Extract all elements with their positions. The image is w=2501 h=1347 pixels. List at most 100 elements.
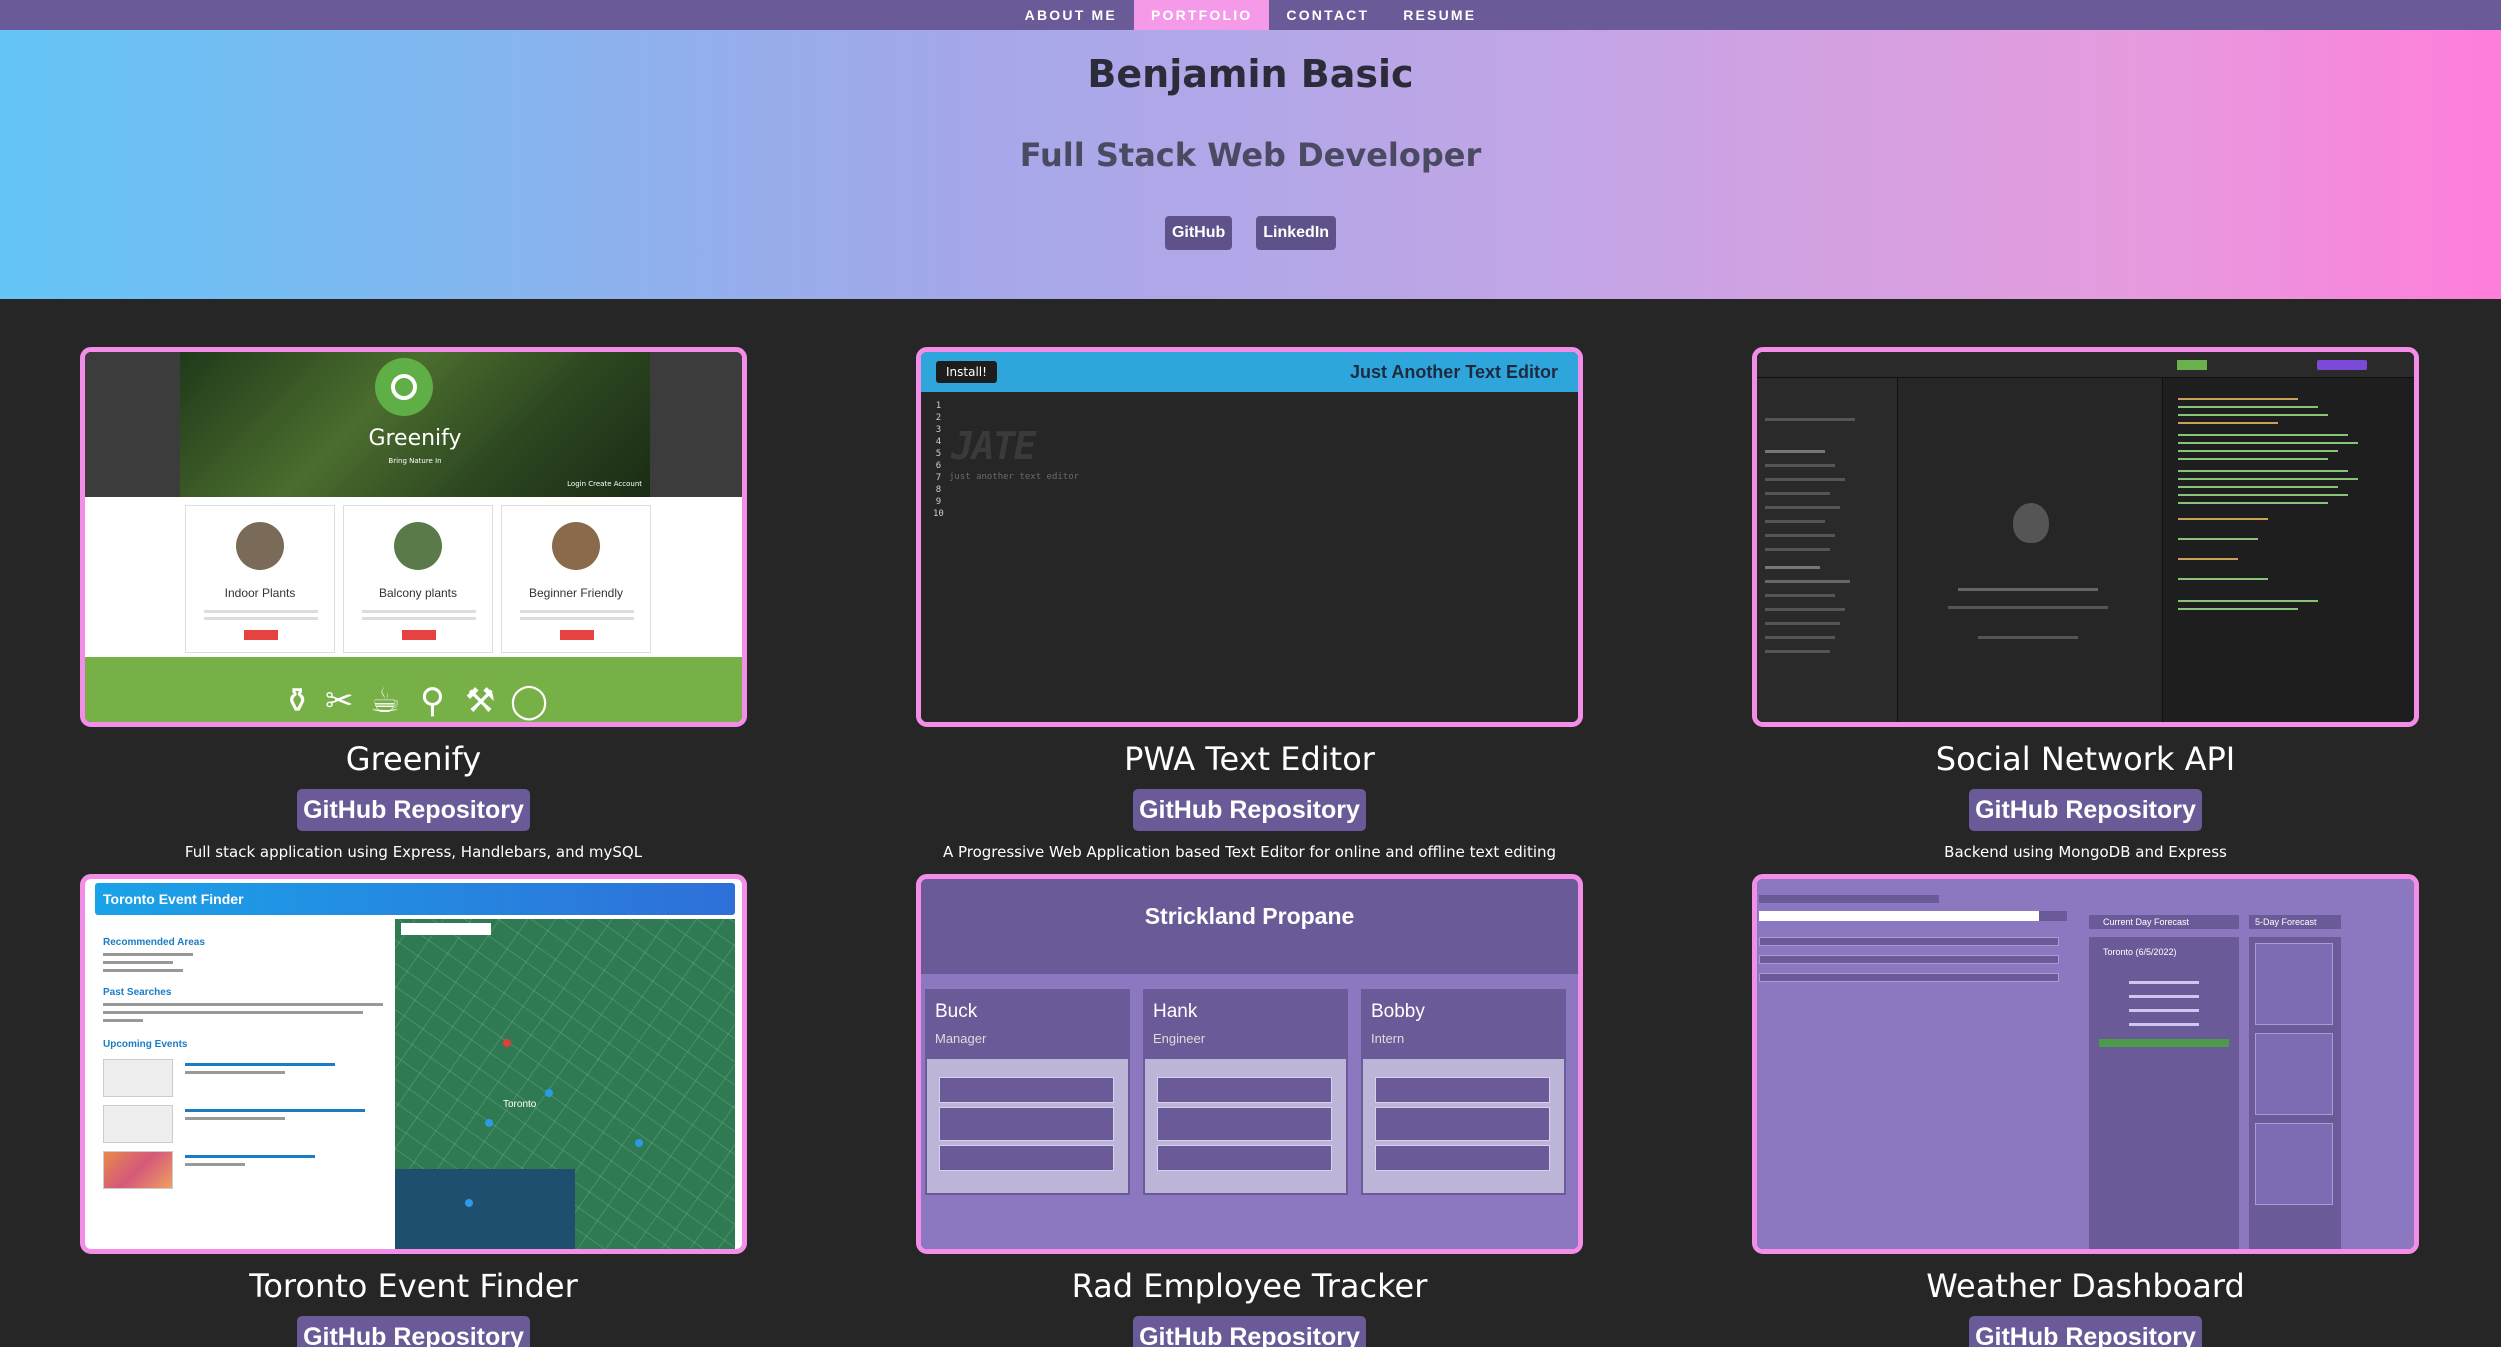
project-card-toronto-event-finder: Toronto Event Finder Recommended Areas P… [80, 874, 747, 1347]
plant-photo-icon [394, 522, 442, 570]
github-link-button[interactable]: GitHub [1164, 216, 1233, 250]
preview-map: Toronto [395, 919, 735, 1249]
preview-category-card: Indoor Plants [185, 505, 335, 653]
hose-icon: ◯ [510, 681, 549, 721]
project-preview-toronto-event-finder[interactable]: Toronto Event Finder Recommended Areas P… [80, 874, 747, 1254]
project-preview-pwa-text-editor[interactable]: Install! Just Another Text Editor 1 2 3 … [916, 347, 1583, 727]
employee-name: Buck [935, 1001, 978, 1022]
preview-section-heading: Upcoming Events [103, 1039, 188, 1050]
project-preview-social-network-api[interactable] [1752, 347, 2419, 727]
preview-section-heading: Past Searches [103, 987, 172, 998]
preview-toolbar [1757, 352, 2414, 378]
preview-category-card: Beginner Friendly [501, 505, 651, 653]
leaf-logo-icon [375, 358, 433, 416]
preview-view-button [402, 630, 436, 640]
project-card-pwa-text-editor: Install! Just Another Text Editor 1 2 3 … [916, 347, 1583, 861]
project-description: Full stack application using Express, Ha… [184, 843, 643, 861]
bug-icon [2013, 503, 2049, 543]
project-preview-greenify[interactable]: Greenify Bring Nature In Login Create Ac… [80, 347, 747, 727]
plant-photo-icon [552, 522, 600, 570]
preview-category-title: Indoor Plants [224, 586, 296, 600]
github-repository-button[interactable]: GitHub Repository [1133, 1316, 1366, 1347]
preview-city-search [1759, 911, 2039, 921]
preview-category-title: Balcony plants [378, 586, 458, 600]
event-thumbnail [103, 1059, 173, 1097]
preview-request-pane [1897, 378, 2162, 722]
github-repository-button[interactable]: GitHub Repository [297, 1316, 530, 1347]
trowel-icon: ⚱ [283, 681, 312, 721]
forecast-day-card [2255, 1033, 2333, 1115]
map-pin-icon [635, 1139, 643, 1147]
project-preview-rad-employee-tracker[interactable]: Strickland Propane Buck Manager Hank Eng… [916, 874, 1583, 1254]
nav-about-me[interactable]: ABOUT ME [1008, 0, 1134, 30]
top-nav: ABOUT ME PORTFOLIO CONTACT RESUME [0, 0, 2501, 30]
preview-request-sidebar [1757, 378, 1897, 722]
preview-section-heading: Recommended Areas [103, 937, 205, 948]
preview-category-card: Balcony plants [343, 505, 493, 653]
preview-view-button [560, 630, 594, 640]
preview-tagline: Bring Nature In [388, 457, 442, 465]
preview-editor: 1 2 3 4 5 6 7 8 9 10 JATE just another t… [921, 392, 1578, 722]
preview-current-weather: Toronto (6/5/2022) [2089, 937, 2239, 1249]
preview-category-title: Beginner Friendly [528, 586, 624, 600]
preview-current-header: Current Day Forecast [2089, 915, 2239, 929]
project-card-rad-employee-tracker: Strickland Propane Buck Manager Hank Eng… [916, 874, 1583, 1347]
preview-app-header: Toronto Event Finder [95, 883, 735, 915]
employee-name: Hank [1153, 1001, 1198, 1022]
map-pin-icon [545, 1089, 553, 1097]
event-thumbnail [103, 1151, 173, 1189]
github-repository-button[interactable]: GitHub Repository [1969, 1316, 2202, 1347]
project-card-weather-dashboard: Current Day Forecast Toronto (6/5/2022) … [1752, 874, 2419, 1347]
forecast-day-card [2255, 943, 2333, 1025]
linkedin-link-button[interactable]: LinkedIn [1256, 216, 1337, 250]
preview-editor-subtitle: just another text editor [949, 472, 1080, 482]
preview-weather-app: Current Day Forecast Toronto (6/5/2022) … [1757, 879, 2414, 1249]
nav-contact[interactable]: CONTACT [1269, 0, 1386, 30]
map-pin-icon [485, 1119, 493, 1127]
preview-hero-image: Greenify Bring Nature In [180, 352, 650, 497]
employee-card: Bobby Intern [1361, 989, 1566, 1195]
preview-category-area: Indoor Plants Balcony plants Beginner Fr… [85, 497, 742, 657]
preview-ascii-art: JATE [951, 424, 1037, 468]
employee-name: Bobby [1371, 1001, 1425, 1022]
project-title: Rad Employee Tracker [1071, 1267, 1428, 1305]
preview-view-button [244, 630, 278, 640]
github-repository-button[interactable]: GitHub Repository [1969, 789, 2202, 831]
nav-portfolio[interactable]: PORTFOLIO [1133, 0, 1270, 30]
project-title: Greenify [345, 740, 482, 778]
preview-brand: Greenify [368, 426, 462, 451]
preview-uv-badge [2099, 1039, 2229, 1047]
preview-tools-banner: ⚱ ✂ ☕ ⚲ ⚒ ◯ [85, 657, 742, 722]
employee-card: Buck Manager [925, 989, 1130, 1195]
map-pin-icon [503, 1039, 511, 1047]
hero-header: Benjamin Basic Full Stack Web Developer … [0, 30, 2501, 299]
rake-icon: ⚒ [465, 681, 496, 721]
project-title: Toronto Event Finder [249, 1267, 578, 1305]
preview-api-client [1757, 352, 2414, 722]
plant-photo-icon [236, 522, 284, 570]
preview-app-title: Toronto Event Finder [103, 891, 244, 907]
forecast-day-card [2255, 1123, 2333, 1205]
github-repository-button[interactable]: GitHub Repository [297, 789, 530, 831]
shears-icon: ✂ [325, 681, 354, 721]
preview-team-header: Strickland Propane [921, 879, 1578, 974]
employee-role: Intern [1371, 1031, 1405, 1046]
nav-resume[interactable]: RESUME [1386, 0, 1493, 30]
developer-role: Full Stack Web Developer [1019, 136, 1482, 174]
project-description: A Progressive Web Application based Text… [942, 843, 1557, 861]
project-card-social-network-api: Social Network API GitHub Repository Bac… [1752, 347, 2419, 861]
project-title: Social Network API [1935, 740, 2236, 778]
preview-install-button: Install! [936, 361, 997, 383]
project-card-greenify: Greenify Bring Nature In Login Create Ac… [80, 347, 747, 861]
preview-response-pane [2162, 378, 2414, 722]
project-title: Weather Dashboard [1926, 1267, 2245, 1305]
preview-forecast-header: 5-Day Forecast [2249, 915, 2341, 929]
github-repository-button[interactable]: GitHub Repository [1133, 789, 1366, 831]
preview-side-panel: Recommended Areas Past Searches Upcoming… [95, 919, 395, 1249]
employee-role: Engineer [1153, 1031, 1206, 1046]
project-description: Backend using MongoDB and Express [1944, 843, 2227, 861]
preview-app-bar: Install! Just Another Text Editor [921, 352, 1578, 392]
employee-card: Hank Engineer [1143, 989, 1348, 1195]
spade-icon: ⚲ [420, 681, 445, 721]
project-preview-weather-dashboard[interactable]: Current Day Forecast Toronto (6/5/2022) … [1752, 874, 2419, 1254]
